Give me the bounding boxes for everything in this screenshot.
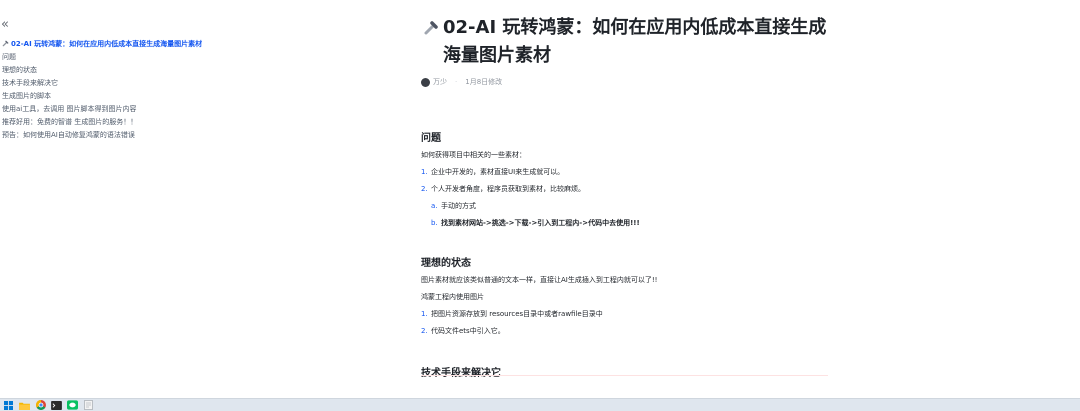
ideal-paragraph: 图片素材就应该类似普通的文本一样，直接让AI生成插入到工程内就可以了!! — [421, 276, 658, 284]
page-title: 02-AI 玩转鸿蒙：如何在应用内低成本直接生成海量图片素材 — [421, 14, 841, 70]
outline-item-ideal[interactable]: 理想的状态 — [2, 64, 238, 77]
outline-item-label: 预告：如何使用AI自动修复鸿蒙的语法错误 — [2, 131, 135, 139]
outline-item-label: 生成图片的脚本 — [2, 92, 51, 100]
outline-item-problem[interactable]: 问题 — [2, 51, 238, 64]
outline-item-script[interactable]: 生成图片的脚本 — [2, 90, 238, 103]
pin-icon — [424, 21, 438, 35]
outline-item-label: 理想的状态 — [2, 66, 37, 74]
windows-start-icon[interactable] — [3, 400, 14, 410]
wechat-icon[interactable] — [67, 400, 78, 410]
list-item: 1. 把图片资源存放到 resources目录中或者rawfile目录中 — [421, 310, 603, 318]
list-subitem: a. 手动的方式 — [431, 202, 476, 210]
code-block-edge — [421, 375, 828, 384]
chrome-icon[interactable] — [35, 400, 46, 410]
doc-meta: 万少 · 1月8日修改 — [421, 76, 841, 88]
page-title-text: 02-AI 玩转鸿蒙：如何在应用内低成本直接生成海量图片素材 — [443, 17, 827, 66]
list-item: 2. 代码文件ets中引入它。 — [421, 327, 505, 335]
author-name[interactable]: 万少 — [433, 77, 447, 87]
file-explorer-icon[interactable] — [19, 400, 30, 410]
list-item: 1. 企业中开发的，素材直接UI来生成就可以。 — [421, 168, 565, 176]
ideal-paragraph: 鸿蒙工程内使用图片 — [421, 293, 484, 301]
outline-list: 02-AI 玩转鸿蒙：如何在应用内低成本直接生成海量图片素材 问题 理想的状态 … — [2, 38, 238, 142]
collapse-outline-button[interactable]: « — [1, 18, 9, 32]
outline-item-ai-tool[interactable]: 使用ai工具，去调用 图片脚本得到图片内容 — [2, 103, 238, 116]
pin-icon — [2, 40, 9, 47]
outline-item-label: 02-AI 玩转鸿蒙：如何在应用内低成本直接生成海量图片素材 — [11, 40, 203, 48]
taskbar — [0, 398, 1080, 411]
heading-ideal: 理想的状态 — [421, 258, 471, 269]
outline-item-label: 问题 — [2, 53, 16, 61]
notepad-icon[interactable] — [83, 400, 94, 410]
outline-item-label: 技术手段来解决它 — [2, 79, 58, 87]
outline-item-recommend[interactable]: 推荐好用：免费的智谱 生成图片的服务！！ — [2, 116, 238, 129]
avatar[interactable] — [421, 77, 430, 87]
heading-problem: 问题 — [421, 133, 441, 144]
problem-intro: 如何获得项目中相关的一些素材： — [421, 151, 526, 159]
outline-item-tech[interactable]: 技术手段来解决它 — [2, 77, 238, 90]
modified-time: 1月8日修改 — [465, 78, 503, 86]
list-item: 2. 个人开发者角度，程序员获取到素材，比较麻烦。 — [421, 185, 585, 193]
outline-item-preview[interactable]: 预告：如何使用AI自动修复鸿蒙的语法错误 — [2, 129, 238, 142]
outline-item-label: 推荐好用：免费的智谱 生成图片的服务！！ — [2, 118, 138, 126]
meta-separator: · — [455, 78, 458, 86]
outline-item-label: 使用ai工具，去调用 图片脚本得到图片内容 — [2, 105, 137, 113]
terminal-icon[interactable] — [51, 400, 62, 410]
list-subitem: b. 找到素材网站->挑选->下载->引入到工程内->代码中去使用!!! — [431, 219, 640, 227]
outline-item-title[interactable]: 02-AI 玩转鸿蒙：如何在应用内低成本直接生成海量图片素材 — [2, 38, 238, 51]
document-body: 02-AI 玩转鸿蒙：如何在应用内低成本直接生成海量图片素材 万少 · 1月8日… — [421, 14, 841, 379]
